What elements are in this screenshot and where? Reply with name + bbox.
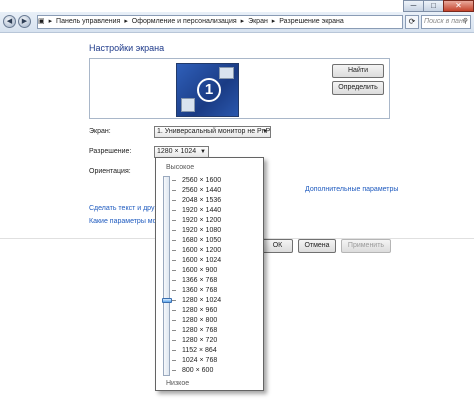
chevron-down-icon: ▼ [200, 149, 206, 155]
minimize-button[interactable]: ─ [403, 0, 424, 12]
slider-tick [172, 240, 176, 241]
monitor-number: 1 [197, 78, 221, 102]
resolution-option[interactable]: 800 × 600 [182, 366, 213, 375]
slider-tick [172, 260, 176, 261]
forward-button[interactable]: ▶ [18, 15, 31, 28]
ok-button[interactable]: ОК [262, 239, 293, 253]
slider-tick [172, 210, 176, 211]
breadcrumb-control-panel[interactable]: Панель управления [56, 18, 120, 25]
resolution-option[interactable]: 2560 × 1440 [182, 186, 221, 195]
display-select[interactable]: 1. Универсальный монитор не PnP ▼ [154, 126, 271, 138]
search-icon: ⚲ [462, 18, 468, 25]
window-thumbnail-icon [219, 67, 234, 79]
resolution-option[interactable]: 1280 × 800 [182, 316, 217, 325]
resolution-option[interactable]: 2560 × 1600 [182, 176, 221, 185]
text-size-link[interactable]: Сделать текст и другие [89, 205, 165, 212]
chevron-down-icon: ▼ [262, 129, 268, 135]
display-label: Экран: [89, 128, 111, 135]
slider-tick [172, 360, 176, 361]
slider-tick [172, 330, 176, 331]
apply-button: Применить [341, 239, 391, 253]
resolution-option[interactable]: 1024 × 768 [182, 356, 217, 365]
maximize-button[interactable]: □ [423, 0, 444, 12]
resolution-option[interactable]: 1920 × 1440 [182, 206, 221, 215]
resolution-option[interactable]: 1152 × 864 [182, 346, 217, 355]
slider-tick [172, 190, 176, 191]
identify-button[interactable]: Определить [332, 81, 384, 95]
breadcrumb-screen-resolution[interactable]: Разрешение экрана [279, 18, 344, 25]
breadcrumb-display[interactable]: Экран [248, 18, 268, 25]
slider-tick [172, 340, 176, 341]
resolution-option[interactable]: 1600 × 900 [182, 266, 217, 275]
monitor-icon[interactable]: 1 [176, 63, 239, 117]
slider-tick [172, 320, 176, 321]
back-button[interactable]: ◀ [3, 15, 16, 28]
which-settings-link[interactable]: Какие параметры мо [89, 218, 157, 225]
resolution-option[interactable]: 2048 × 1536 [182, 196, 221, 205]
resolution-option[interactable]: 1600 × 1200 [182, 246, 221, 255]
slider-tick [172, 220, 176, 221]
resolution-option[interactable]: 1600 × 1024 [182, 256, 221, 265]
breadcrumb-separator: ▸ [240, 18, 245, 25]
address-bar[interactable]: ▣ ▸ Панель управления ▸ Оформление и пер… [37, 15, 403, 29]
computer-icon: ▣ [38, 18, 45, 25]
slider-thumb[interactable] [162, 298, 172, 303]
refresh-button[interactable]: ⟳ [405, 15, 419, 29]
navigation-bar: ◀ ▶ ▣ ▸ Панель управления ▸ Оформление и… [0, 12, 474, 33]
slider-tick [172, 270, 176, 271]
resolution-option[interactable]: 1280 × 1024 [182, 296, 221, 305]
resolution-option[interactable]: 1360 × 768 [182, 286, 217, 295]
high-label: Высокое [166, 164, 195, 171]
resolution-option[interactable]: 1920 × 1080 [182, 226, 221, 235]
resolution-label: Разрешение: [89, 148, 132, 155]
cancel-button[interactable]: Отмена [298, 239, 336, 253]
window-thumbnail-icon [181, 98, 195, 112]
resolution-option[interactable]: 1680 × 1050 [182, 236, 221, 245]
slider-tick [172, 370, 176, 371]
resolution-option[interactable]: 1920 × 1200 [182, 216, 221, 225]
slider-tick [172, 280, 176, 281]
resolution-option[interactable]: 1280 × 768 [182, 326, 217, 335]
resolution-option[interactable]: 1366 × 768 [182, 276, 217, 285]
slider-tick [172, 350, 176, 351]
search-placeholder: Поиск в пане [424, 18, 467, 25]
resolution-option[interactable]: 1280 × 960 [182, 306, 217, 315]
resolution-select-value: 1280 × 1024 [157, 148, 197, 155]
resolution-slider-track[interactable] [163, 176, 170, 376]
slider-tick [172, 200, 176, 201]
slider-tick [172, 310, 176, 311]
breadcrumb-appearance[interactable]: Оформление и персонализация [132, 18, 237, 25]
close-button[interactable]: ✕ [443, 0, 474, 12]
slider-tick [172, 180, 176, 181]
advanced-settings-link[interactable]: Дополнительные параметры [305, 186, 398, 193]
slider-tick [172, 300, 176, 301]
slider-tick [172, 290, 176, 291]
orientation-label: Ориентация: [89, 168, 131, 175]
breadcrumb-separator: ▸ [124, 18, 128, 25]
find-button[interactable]: Найти [332, 64, 384, 78]
breadcrumb-separator: ▸ [48, 18, 53, 25]
slider-tick [172, 230, 176, 231]
display-select-value: 1. Универсальный монитор не PnP [157, 128, 271, 135]
low-label: Низкое [166, 380, 190, 387]
page-title: Настройки экрана [89, 43, 165, 53]
breadcrumb-separator: ▸ [271, 18, 276, 25]
search-input[interactable]: Поиск в пане ⚲ [421, 15, 471, 29]
resolution-option[interactable]: 1280 × 720 [182, 336, 217, 345]
slider-tick [172, 250, 176, 251]
